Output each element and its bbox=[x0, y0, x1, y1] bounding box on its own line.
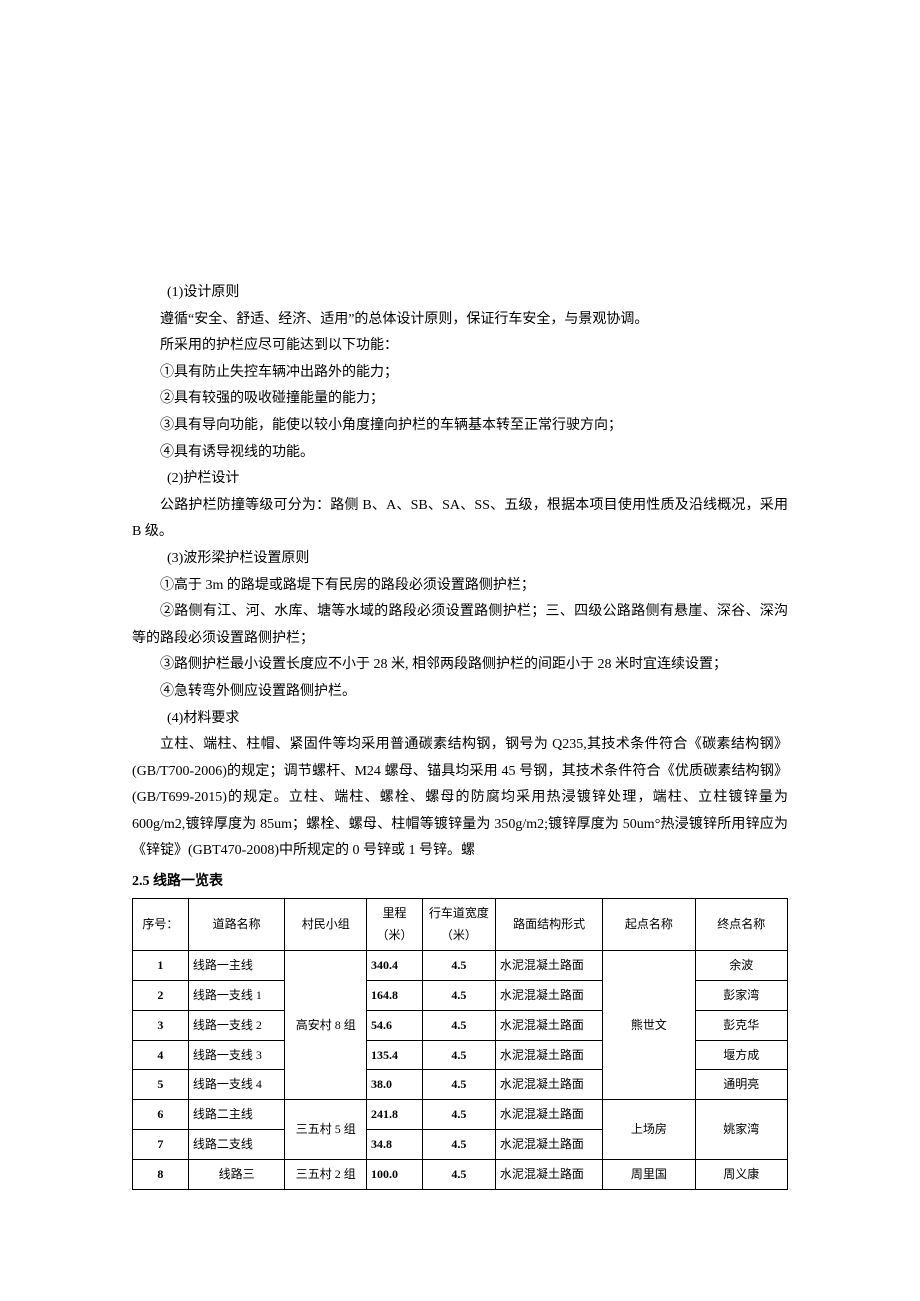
para-8-guardrail-design: (2)护栏设计 bbox=[132, 466, 788, 493]
th-seq: 序号： bbox=[133, 898, 189, 951]
cell-surface: 水泥混凝土路面 bbox=[495, 951, 602, 981]
para-10-wave-beam: (3)波形梁护栏设置原则 bbox=[132, 546, 788, 573]
para-3: 所采用的护栏应尽可能达到以下功能： bbox=[132, 333, 788, 360]
th-group: 村民小组 bbox=[285, 898, 367, 951]
cell-surface: 水泥混凝土路面 bbox=[495, 1070, 602, 1100]
cell-mile: 38.0 bbox=[367, 1070, 423, 1100]
cell-surface: 水泥混凝土路面 bbox=[495, 1040, 602, 1070]
cell-seq: 7 bbox=[133, 1130, 189, 1160]
section-title-route-table: 2.5 线路一览表 bbox=[132, 869, 788, 896]
cell-name: 线路一支线 2 bbox=[188, 1010, 285, 1040]
para-7: ④具有诱导视线的功能。 bbox=[132, 440, 788, 467]
cell-mile: 340.4 bbox=[367, 951, 423, 981]
cell-end: 堰方成 bbox=[695, 1040, 787, 1070]
cell-group: 三五村 5 组 bbox=[285, 1100, 367, 1160]
cell-name: 线路一主线 bbox=[188, 951, 285, 981]
cell-mile: 164.8 bbox=[367, 981, 423, 1011]
th-surface: 路面结构形式 bbox=[495, 898, 602, 951]
th-start: 起点名称 bbox=[603, 898, 695, 951]
route-table: 序号： 道路名称 村民小组 里程（米） 行车道宽度（米） 路面结构形式 起点名称… bbox=[132, 898, 788, 1190]
cell-width: 4.5 bbox=[422, 1070, 495, 1100]
cell-name: 线路二主线 bbox=[188, 1100, 285, 1130]
cell-mile: 135.4 bbox=[367, 1040, 423, 1070]
cell-seq: 1 bbox=[133, 951, 189, 981]
cell-end: 周义康 bbox=[695, 1159, 787, 1189]
cell-seq: 2 bbox=[133, 981, 189, 1011]
para-5: ②具有较强的吸收碰撞能量的能力； bbox=[132, 386, 788, 413]
cell-width: 4.5 bbox=[422, 1130, 495, 1160]
cell-width: 4.5 bbox=[422, 1159, 495, 1189]
table-header-row: 序号： 道路名称 村民小组 里程（米） 行车道宽度（米） 路面结构形式 起点名称… bbox=[133, 898, 788, 951]
cell-surface: 水泥混凝土路面 bbox=[495, 1130, 602, 1160]
para-2: 遵循“安全、舒适、经济、适用”的总体设计原则，保证行车安全，与景观协调。 bbox=[132, 307, 788, 334]
para-12: ②路侧有江、河、水库、塘等水域的路段必须设置路侧护栏；三、四级公路路侧有悬崖、深… bbox=[132, 599, 788, 652]
cell-group: 三五村 2 组 bbox=[285, 1159, 367, 1189]
cell-name: 线路一支线 1 bbox=[188, 981, 285, 1011]
para-13: ③路侧护栏最小设置长度应不小于 28 米, 相邻两段路侧护栏的间距小于 28 米… bbox=[132, 652, 788, 679]
para-11: ①高于 3m 的路堤或路堤下有民房的路段必须设置路侧护栏； bbox=[132, 573, 788, 600]
cell-group: 高安村 8 组 bbox=[285, 951, 367, 1100]
cell-surface: 水泥混凝土路面 bbox=[495, 1159, 602, 1189]
cell-width: 4.5 bbox=[422, 951, 495, 981]
cell-width: 4.5 bbox=[422, 1040, 495, 1070]
th-mileage: 里程（米） bbox=[367, 898, 423, 951]
cell-width: 4.5 bbox=[422, 981, 495, 1011]
cell-end: 余波 bbox=[695, 951, 787, 981]
para-15-material: (4)材料要求 bbox=[132, 706, 788, 733]
table-row: 6 线路二主线 三五村 5 组 241.8 4.5 水泥混凝土路面 上场房 姚家… bbox=[133, 1100, 788, 1130]
cell-seq: 5 bbox=[133, 1070, 189, 1100]
cell-end: 通明亮 bbox=[695, 1070, 787, 1100]
cell-mile: 54.6 bbox=[367, 1010, 423, 1040]
th-end: 终点名称 bbox=[695, 898, 787, 951]
cell-name: 线路三 bbox=[188, 1159, 285, 1189]
cell-start: 熊世文 bbox=[603, 951, 695, 1100]
cell-mile: 241.8 bbox=[367, 1100, 423, 1130]
cell-start: 上场房 bbox=[603, 1100, 695, 1160]
cell-surface: 水泥混凝土路面 bbox=[495, 1010, 602, 1040]
cell-seq: 6 bbox=[133, 1100, 189, 1130]
table-row: 8 线路三 三五村 2 组 100.0 4.5 水泥混凝土路面 周里国 周义康 bbox=[133, 1159, 788, 1189]
para-9: 公路护栏防撞等级可分为：路侧 B、A、SB、SA、SS、五级，根据本项目使用性质… bbox=[132, 493, 788, 546]
cell-start: 周里国 bbox=[603, 1159, 695, 1189]
cell-surface: 水泥混凝土路面 bbox=[495, 1100, 602, 1130]
th-road-name: 道路名称 bbox=[188, 898, 285, 951]
cell-end: 彭家湾 bbox=[695, 981, 787, 1011]
para-16: 立柱、端柱、柱帽、紧固件等均采用普通碳素结构钢，钢号为 Q235,其技术条件符合… bbox=[132, 732, 788, 865]
cell-end: 彭克华 bbox=[695, 1010, 787, 1040]
cell-name: 线路一支线 4 bbox=[188, 1070, 285, 1100]
cell-name: 线路二支线 bbox=[188, 1130, 285, 1160]
para-4: ①具有防止失控车辆冲出路外的能力； bbox=[132, 360, 788, 387]
cell-mile: 100.0 bbox=[367, 1159, 423, 1189]
cell-end: 姚家湾 bbox=[695, 1100, 787, 1160]
cell-width: 4.5 bbox=[422, 1100, 495, 1130]
cell-seq: 8 bbox=[133, 1159, 189, 1189]
cell-surface: 水泥混凝土路面 bbox=[495, 981, 602, 1011]
cell-seq: 4 bbox=[133, 1040, 189, 1070]
para-6: ③具有导向功能，能使以较小角度撞向护栏的车辆基本转至正常行驶方向； bbox=[132, 413, 788, 440]
table-row: 1 线路一主线 高安村 8 组 340.4 4.5 水泥混凝土路面 熊世文 余波 bbox=[133, 951, 788, 981]
th-lane-width: 行车道宽度（米） bbox=[422, 898, 495, 951]
cell-name: 线路一支线 3 bbox=[188, 1040, 285, 1070]
cell-width: 4.5 bbox=[422, 1010, 495, 1040]
para-1-design-principle: (1)设计原则 bbox=[132, 280, 788, 307]
para-14: ④急转弯外侧应设置路侧护栏。 bbox=[132, 679, 788, 706]
cell-seq: 3 bbox=[133, 1010, 189, 1040]
cell-mile: 34.8 bbox=[367, 1130, 423, 1160]
